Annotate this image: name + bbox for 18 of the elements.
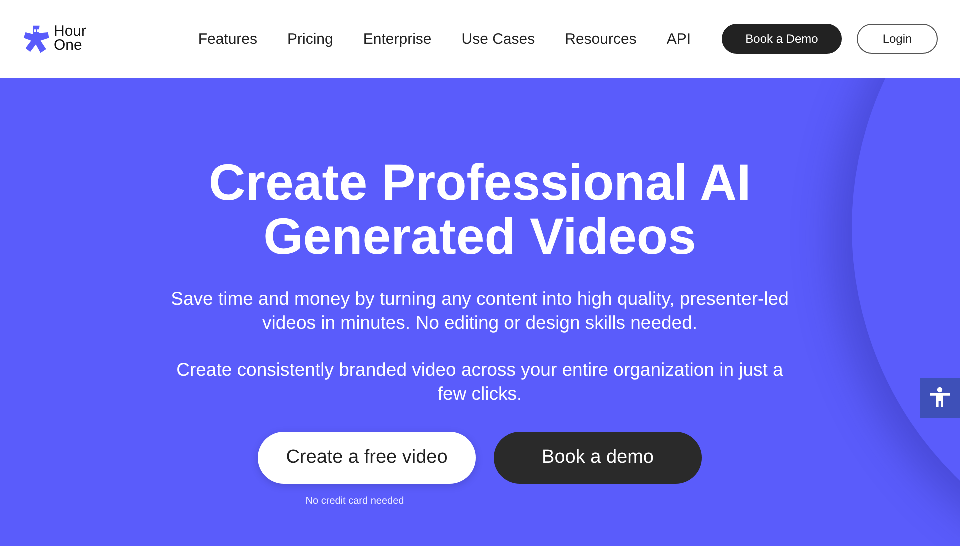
nav-link[interactable]: Resources [565,30,637,48]
note-text: No credit card needed [304,496,406,507]
nav-link[interactable]: Pricing [288,30,334,48]
logo-icon [22,23,52,55]
accessibility-icon [928,386,952,410]
nav-link[interactable]: API [666,30,691,48]
nav-link[interactable]: Use Cases [462,30,536,48]
hero-heading: Create Professional AI Generated Videos [208,156,752,264]
hero-paragraph: Save time and money by turning any content into high quality, presenter-led videos in minutes. No editing or design skills needed. [170,287,790,335]
nav-link[interactable]: Features [198,30,258,48]
create-video-button[interactable]: Create a free video [258,432,476,484]
hero-paragraph: Create consistently branded video across your entire organization in just a few clicks. [176,358,784,406]
book-demo-button[interactable]: Book a demo [494,432,702,484]
login-button[interactable]: Login [857,24,938,54]
nav-link[interactable]: Enterprise [363,30,432,48]
accessibility-button[interactable] [920,378,960,418]
book-demo-button[interactable]: Book a Demo [722,24,842,54]
logo-text[interactable]: Hour One [54,25,102,53]
